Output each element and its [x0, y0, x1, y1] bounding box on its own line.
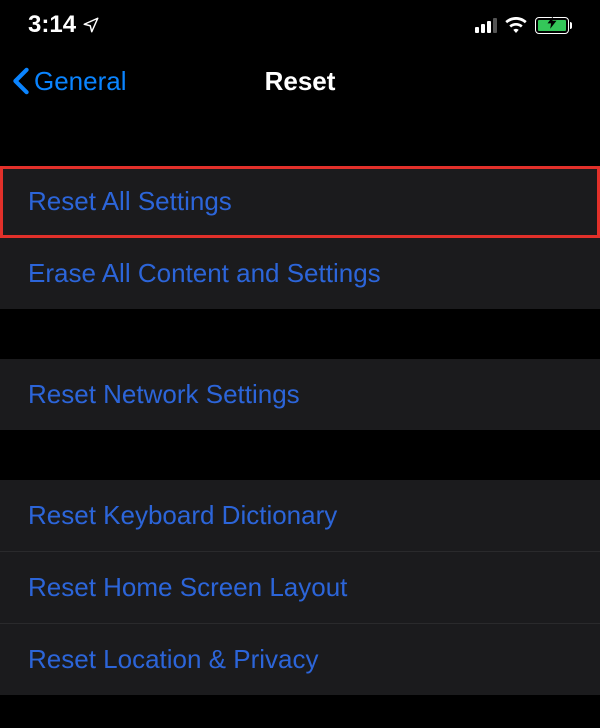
- back-button[interactable]: General: [12, 66, 127, 97]
- settings-section-3: Reset Keyboard Dictionary Reset Home Scr…: [0, 480, 600, 695]
- wifi-icon: [505, 17, 527, 33]
- page-title: Reset: [265, 66, 336, 97]
- erase-all-content-item[interactable]: Erase All Content and Settings: [0, 238, 600, 309]
- list-item-label: Reset Keyboard Dictionary: [28, 500, 337, 530]
- status-bar-left: 3:14: [28, 11, 100, 39]
- reset-keyboard-dictionary-item[interactable]: Reset Keyboard Dictionary: [0, 480, 600, 552]
- list-item-label: Reset Location & Privacy: [28, 644, 318, 674]
- list-item-label: Erase All Content and Settings: [28, 258, 381, 288]
- battery-icon: [535, 17, 572, 34]
- reset-network-settings-item[interactable]: Reset Network Settings: [0, 359, 600, 430]
- list-item-label: Reset All Settings: [28, 186, 232, 216]
- section-gap: [0, 309, 600, 359]
- back-label: General: [34, 66, 127, 97]
- reset-location-privacy-item[interactable]: Reset Location & Privacy: [0, 624, 600, 695]
- section-gap: [0, 430, 600, 480]
- cellular-signal-icon: [475, 17, 497, 33]
- status-time: 3:14: [28, 11, 76, 39]
- reset-all-settings-item[interactable]: Reset All Settings: [0, 166, 600, 238]
- location-services-icon: [82, 16, 100, 34]
- status-bar: 3:14: [0, 0, 600, 46]
- list-item-label: Reset Home Screen Layout: [28, 572, 347, 602]
- status-bar-right: [475, 17, 572, 34]
- settings-section-2: Reset Network Settings: [0, 359, 600, 430]
- charging-bolt-icon: [548, 16, 557, 34]
- chevron-left-icon: [12, 67, 30, 95]
- settings-section-1: Reset All Settings Erase All Content and…: [0, 166, 600, 309]
- section-gap: [0, 116, 600, 166]
- reset-home-screen-layout-item[interactable]: Reset Home Screen Layout: [0, 552, 600, 624]
- list-item-label: Reset Network Settings: [28, 379, 300, 409]
- navigation-bar: General Reset: [0, 46, 600, 116]
